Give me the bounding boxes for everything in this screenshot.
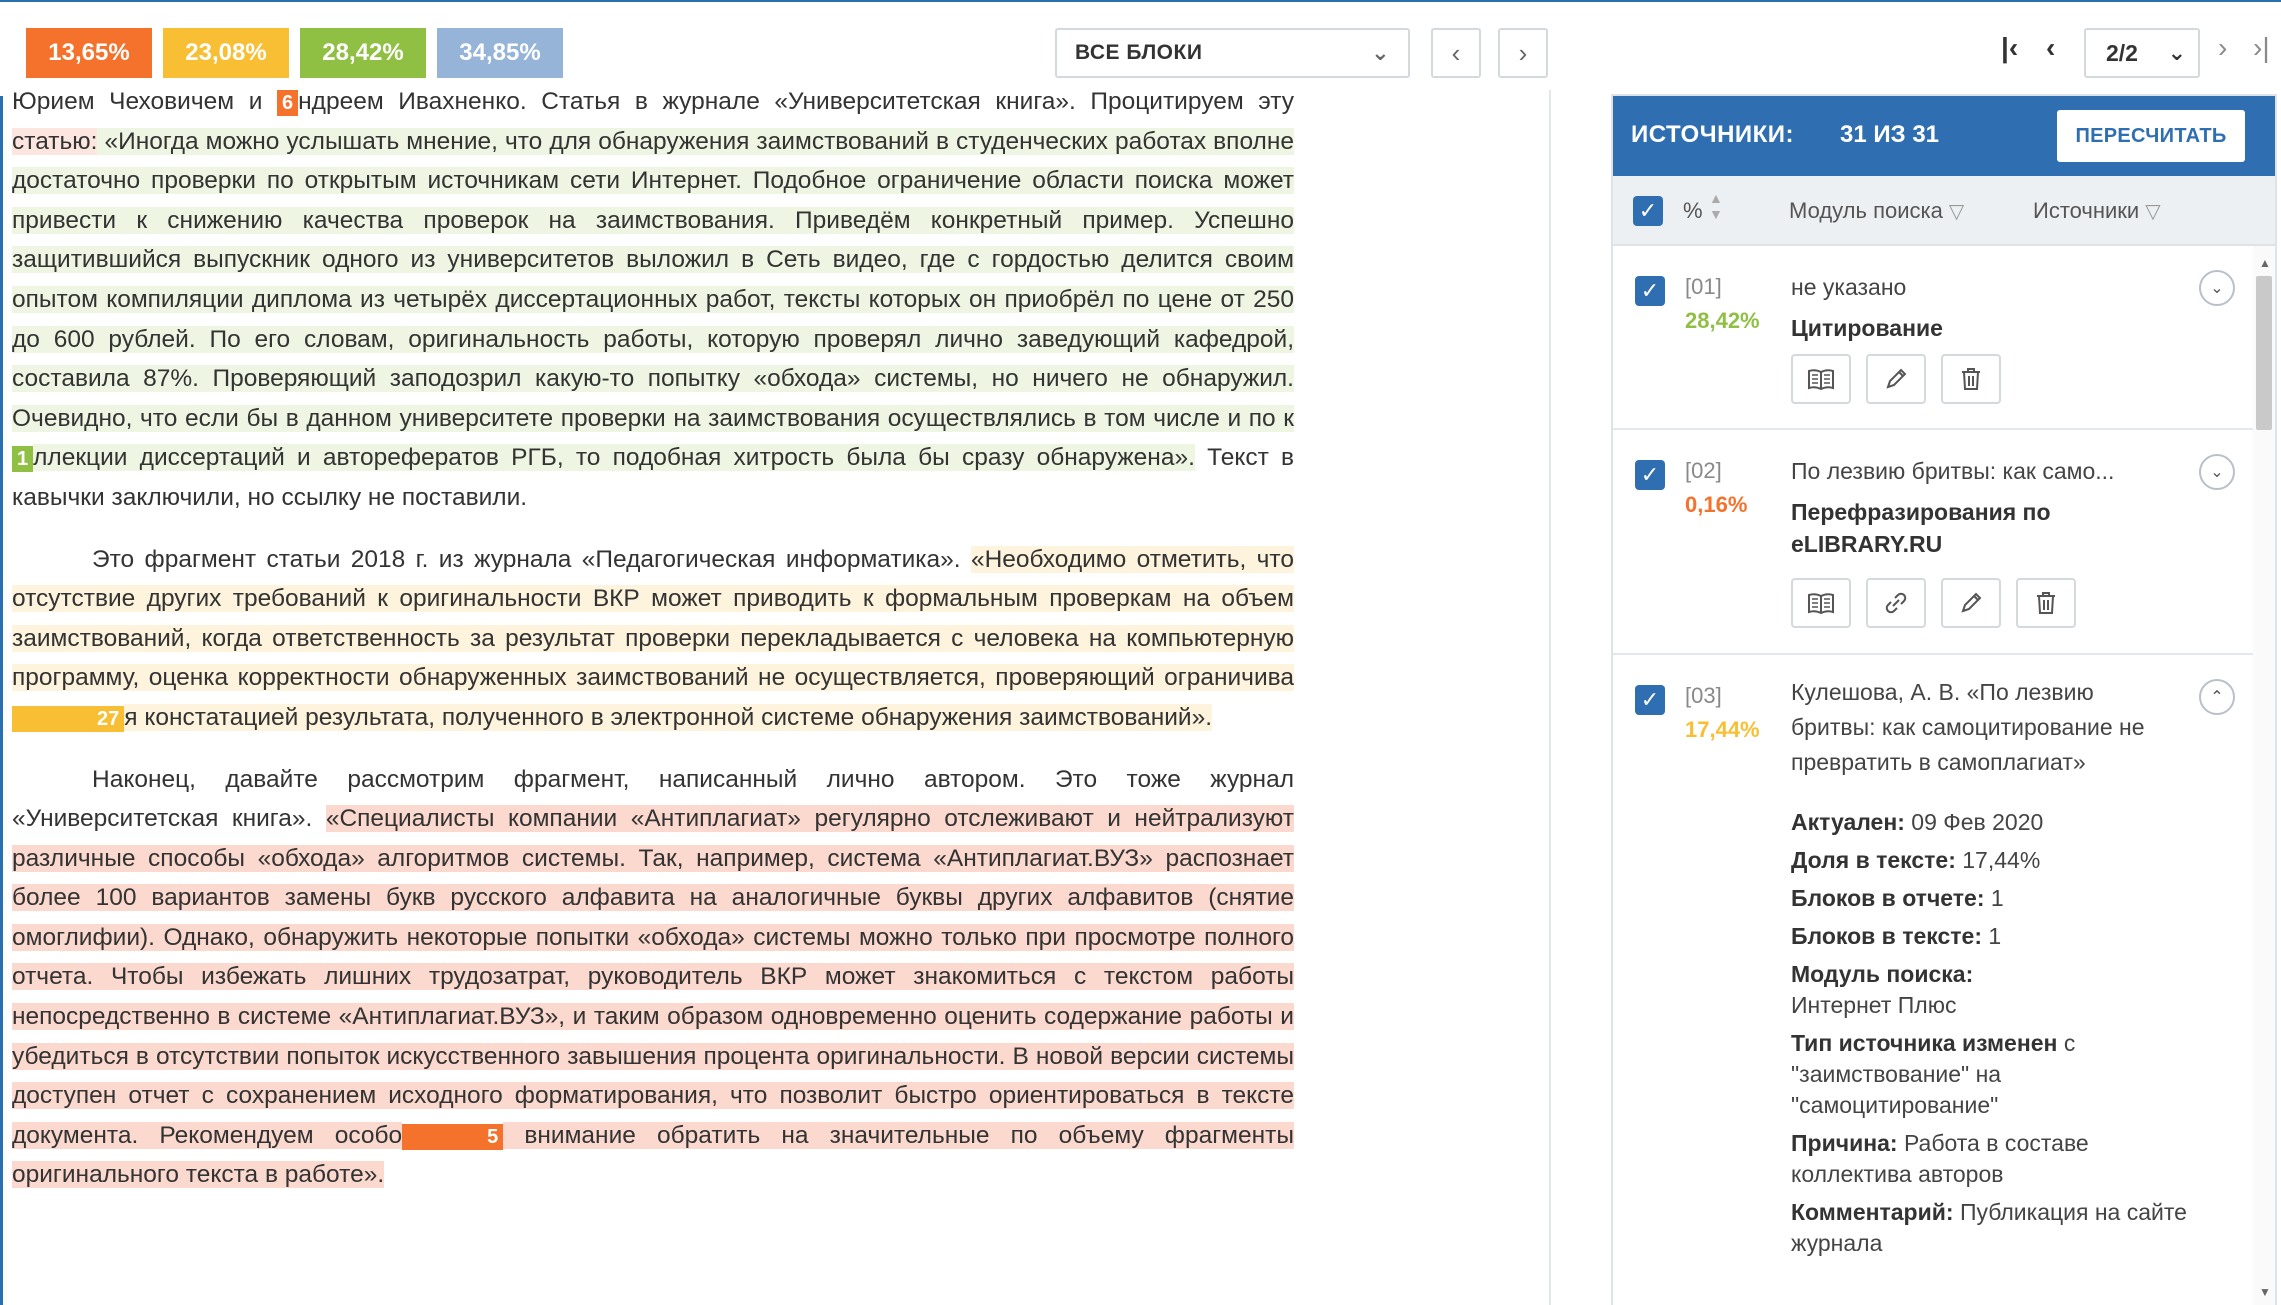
stat-badge-yellow[interactable]: 23,08% [163, 28, 289, 78]
document-text: Юрием Чеховичем и 6 ндреем Ивахненко. Ста… [12, 82, 1294, 1305]
source-item[interactable]: ✓ [01] 28,42% не указано Цитирование ⌄ [1613, 246, 2253, 430]
select-all-checkbox[interactable]: ✓ [1633, 196, 1663, 226]
page-select-value: 2/2 [2106, 39, 2138, 66]
source-link-button[interactable] [1866, 578, 1926, 628]
link-icon [1885, 592, 1907, 614]
trash-icon [2037, 592, 2055, 614]
stat-badge-green[interactable]: 28,42% [300, 28, 426, 78]
check-icon: ✓ [1640, 462, 1660, 487]
trash-icon [1962, 368, 1980, 390]
source-type: Перефразирования по eLIBRARY.RU [1791, 499, 2051, 557]
source-percent: 0,16% [1685, 492, 1748, 517]
sources-header: ИСТОЧНИКИ: 31 ИЗ 31 ПЕРЕСЧИТАТЬ [1613, 96, 2275, 176]
sources-count: 31 ИЗ 31 [1840, 121, 1940, 148]
filter-funnel-icon: ▽ [2145, 201, 2161, 223]
paragraph-3: Наконец, давайте рассмотрим фрагмент, на… [12, 765, 1294, 1189]
panel-divider [1549, 90, 1551, 1305]
expand-toggle[interactable]: ⌄ [2199, 454, 2235, 490]
pencil-icon [1961, 592, 1982, 613]
source-item[interactable]: ✓ [02] 0,16% По лезвию бритвы: как само.… [1613, 430, 2253, 655]
edit-source-button[interactable] [1941, 578, 2001, 628]
highlight-borrowed[interactable]: «Специалисты компании «Антиплагиат» регу… [12, 805, 1294, 1149]
chevron-down-icon: ⌄ [1371, 40, 1390, 65]
filter-module[interactable]: Модуль поиска ▽ [1789, 198, 1964, 224]
sources-title: ИСТОЧНИКИ: [1631, 121, 1795, 148]
next-page-icon[interactable]: › [2218, 32, 2227, 64]
source-name[interactable]: Кулешова, А. В. «По лезвию бритвы: как с… [1791, 675, 2171, 780]
sort-percent-label[interactable]: % [1683, 198, 1703, 224]
expand-toggle[interactable]: ⌄ [2199, 270, 2235, 306]
open-source-button[interactable] [1791, 354, 1851, 404]
pencil-icon [1886, 368, 1907, 389]
sources-panel: ИСТОЧНИКИ: 31 ИЗ 31 ПЕРЕСЧИТАТЬ ✓ % ▲ ▼ М… [1611, 94, 2277, 1305]
delete-source-button[interactable] [2016, 578, 2076, 628]
book-icon [1808, 593, 1834, 615]
source-marker[interactable]: 1 [12, 446, 34, 473]
source-checkbox[interactable]: ✓ [1635, 685, 1665, 715]
prev-page-icon[interactable]: ‹ [2046, 32, 2055, 64]
source-marker[interactable]: 6 [277, 90, 299, 116]
source-checkbox[interactable]: ✓ [1635, 460, 1665, 490]
stat-badge-blue[interactable]: 34,85% [437, 28, 563, 78]
source-checkbox[interactable]: ✓ [1635, 276, 1665, 306]
scroll-thumb[interactable] [2256, 276, 2272, 430]
chevron-down-icon: ⌄ [2210, 280, 2224, 297]
paragraph-1: Юрием Чеховичем и 6 ндреем Ивахненко. Ста… [12, 88, 1294, 511]
highlight-self-citation[interactable]: я констатацией результата, полученного в… [124, 703, 1213, 731]
filter-funnel-icon: ▽ [1948, 201, 1965, 223]
first-page-icon[interactable]: |‹ [2001, 32, 2018, 64]
edit-source-button[interactable] [1866, 354, 1926, 404]
sources-list: ✓ [01] 28,42% не указано Цитирование ⌄ ✓… [1613, 246, 2253, 1305]
window-edge [0, 0, 3, 1305]
chevron-down-icon: ⌄ [2167, 40, 2186, 65]
page-select[interactable]: 2/2 ⌄ [2084, 28, 2200, 78]
highlight-citation[interactable]: «Иногда можно услышать мнение, что для о… [12, 127, 1294, 432]
sort-arrows-icon[interactable]: ▲ ▼ [1709, 190, 1723, 222]
source-name[interactable]: не указано [1791, 270, 2171, 305]
paragraph-2: Это фрагмент статьи 2018 г. из журнала «… [12, 545, 1294, 732]
scroll-down-icon[interactable]: ▼ [2259, 1285, 2271, 1299]
book-icon [1808, 369, 1834, 391]
chevron-right-icon: › [1518, 37, 1528, 68]
source-marker[interactable]: 5 [402, 1123, 504, 1150]
source-item-expanded[interactable]: ✓ [03] 17,44% Кулешова, А. В. «По лезвию… [1613, 655, 2253, 1305]
check-icon: ✓ [1640, 278, 1660, 303]
next-block-button[interactable]: › [1498, 28, 1548, 78]
source-percent: 28,42% [1685, 308, 1760, 333]
blocks-filter-select[interactable]: ВСЕ БЛОКИ ⌄ [1055, 28, 1410, 78]
last-page-icon[interactable]: ›| [2253, 32, 2270, 64]
scroll-up-icon[interactable]: ▲ [2259, 256, 2271, 270]
prev-block-button[interactable]: ‹ [1431, 28, 1481, 78]
delete-source-button[interactable] [1941, 354, 2001, 404]
source-number: [03] [1685, 683, 1722, 708]
chevron-left-icon: ‹ [1451, 37, 1461, 68]
open-source-button[interactable] [1791, 578, 1851, 628]
sources-scrollbar[interactable]: ▲ ▼ [2253, 246, 2275, 1305]
check-icon: ✓ [1640, 687, 1660, 712]
check-icon: ✓ [1638, 198, 1658, 223]
blocks-filter-value: ВСЕ БЛОКИ [1075, 41, 1203, 64]
source-name[interactable]: По лезвию бритвы: как само... [1791, 454, 2171, 489]
filter-sources[interactable]: Источники ▽ [2033, 198, 2161, 224]
source-type: Цитирование [1791, 315, 1943, 341]
stat-badge-orange[interactable]: 13,65% [26, 28, 152, 78]
source-number: [02] [1685, 458, 1722, 483]
highlight-citation[interactable]: ллекции диссертаций и авторефератов РГБ,… [33, 444, 1195, 472]
chevron-up-icon: ⌃ [2210, 689, 2224, 706]
source-percent: 17,44% [1685, 717, 1760, 742]
sources-filter-row: ✓ % ▲ ▼ Модуль поиска ▽ Источники ▽ [1613, 176, 2275, 246]
source-marker[interactable]: 27 [12, 705, 125, 732]
collapse-toggle[interactable]: ⌃ [2199, 679, 2235, 715]
source-number: [01] [1685, 274, 1722, 299]
highlight-borrowed[interactable]: статью: [12, 127, 98, 155]
source-details: Актуален: 09 Фев 2020 Доля в тексте: 17,… [1791, 809, 2187, 1256]
chevron-down-icon: ⌄ [2210, 464, 2224, 481]
recalculate-button[interactable]: ПЕРЕСЧИТАТЬ [2057, 110, 2245, 162]
